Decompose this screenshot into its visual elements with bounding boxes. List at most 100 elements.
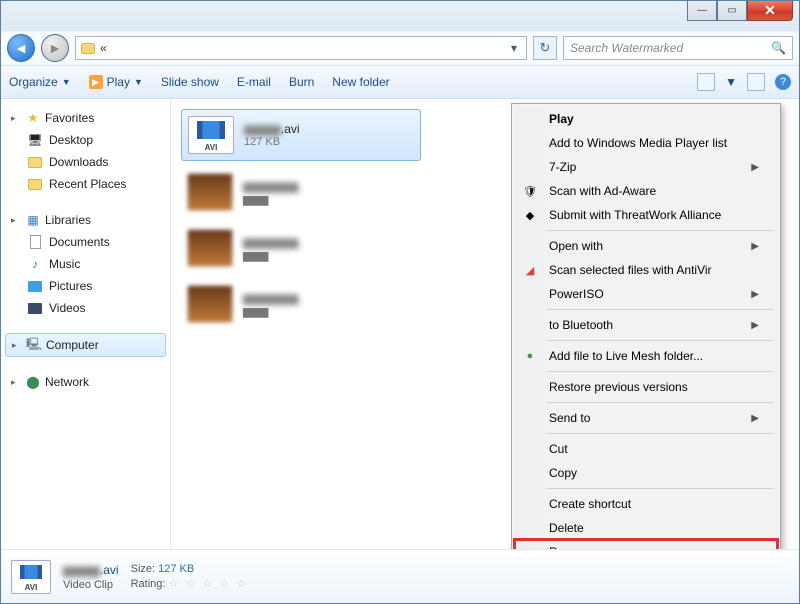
- context-separator: [547, 309, 773, 310]
- avi-file-icon: AVI: [11, 560, 51, 594]
- folder-icon: [80, 40, 96, 56]
- email-button[interactable]: E-mail: [237, 75, 271, 89]
- ctx-copy[interactable]: Copy: [515, 461, 777, 485]
- organize-button[interactable]: Organize▼: [9, 75, 71, 89]
- ctx-livemesh[interactable]: ●Add file to Live Mesh folder...: [515, 344, 777, 368]
- navigation-pane: ▸ ★ Favorites 🖥Desktop Downloads Recent …: [1, 99, 171, 549]
- nav-computer[interactable]: ▸ 🖳 Computer: [5, 333, 166, 357]
- minimize-button[interactable]: —: [687, 1, 717, 21]
- expand-icon[interactable]: ▸: [11, 377, 21, 388]
- context-separator: [547, 371, 773, 372]
- antivir-icon: ◢: [522, 262, 538, 278]
- nav-forward-button[interactable]: ►: [41, 34, 69, 62]
- chevron-down-icon[interactable]: ▼: [725, 75, 737, 89]
- file-item[interactable]: ▆▆▆▆▆▆▆▆▆: [181, 167, 421, 217]
- nav-favorites[interactable]: ▸ ★ Favorites: [5, 107, 166, 129]
- context-menu: Play Add to Windows Media Player list 7-…: [511, 103, 781, 549]
- nav-back-button[interactable]: ◄: [7, 34, 35, 62]
- ctx-poweriso[interactable]: PowerISO▶: [515, 282, 777, 306]
- help-button[interactable]: ?: [775, 74, 791, 90]
- submenu-arrow-icon: ▶: [751, 320, 759, 331]
- file-list[interactable]: AVI ▆▆▆▆.avi 127 KB ▆▆▆▆▆▆▆▆▆ ▆▆▆▆▆▆▆▆▆ …: [171, 99, 799, 549]
- adaware-icon: 🛡: [522, 183, 538, 199]
- context-separator: [547, 488, 773, 489]
- ctx-rename[interactable]: Rename: [515, 540, 777, 549]
- nav-recent[interactable]: Recent Places: [5, 173, 166, 195]
- file-item-selected[interactable]: AVI ▆▆▆▆.avi 127 KB: [181, 109, 421, 161]
- details-name-col: ▆▆▆▆.avi Video Clip: [63, 563, 119, 591]
- context-separator: [547, 340, 773, 341]
- close-button[interactable]: ✕: [747, 1, 793, 21]
- context-separator: [547, 402, 773, 403]
- search-box[interactable]: Search Watermarked 🔍: [563, 36, 793, 60]
- avi-file-icon: AVI: [188, 116, 234, 154]
- play-button[interactable]: ▶ Play▼: [89, 75, 143, 89]
- ctx-delete[interactable]: Delete: [515, 516, 777, 540]
- submenu-arrow-icon: ▶: [751, 289, 759, 300]
- address-bar[interactable]: « ▾: [75, 36, 527, 60]
- expand-icon[interactable]: ▸: [12, 340, 22, 351]
- rating-stars[interactable]: ☆ ☆ ☆ ☆ ☆: [169, 578, 249, 590]
- explorer-body: ▸ ★ Favorites 🖥Desktop Downloads Recent …: [1, 99, 799, 549]
- context-separator: [547, 433, 773, 434]
- nav-music[interactable]: ♪Music: [5, 253, 166, 275]
- expand-icon[interactable]: ▸: [11, 215, 21, 226]
- file-item[interactable]: ▆▆▆▆▆▆▆▆▆: [181, 223, 421, 273]
- network-icon: ⬤: [25, 374, 41, 390]
- search-icon[interactable]: 🔍: [771, 41, 786, 55]
- ctx-restore[interactable]: Restore previous versions: [515, 375, 777, 399]
- ctx-sendto[interactable]: Send to▶: [515, 406, 777, 430]
- ctx-antivir[interactable]: ◢Scan selected files with AntiVir: [515, 258, 777, 282]
- newfolder-button[interactable]: New folder: [332, 75, 389, 89]
- ctx-add-wmp[interactable]: Add to Windows Media Player list: [515, 131, 777, 155]
- star-icon: ★: [25, 110, 41, 126]
- nav-videos[interactable]: Videos: [5, 297, 166, 319]
- preview-pane-button[interactable]: [747, 73, 765, 91]
- nav-group-libraries: ▸ ▦ Libraries Documents ♪Music Pictures …: [5, 209, 166, 319]
- nav-downloads[interactable]: Downloads: [5, 151, 166, 173]
- ctx-bluetooth[interactable]: to Bluetooth▶: [515, 313, 777, 337]
- ctx-cut[interactable]: Cut: [515, 437, 777, 461]
- nav-libraries[interactable]: ▸ ▦ Libraries: [5, 209, 166, 231]
- ctx-threatwork[interactable]: ◆Submit with ThreatWork Alliance: [515, 203, 777, 227]
- burn-button[interactable]: Burn: [289, 75, 314, 89]
- view-options-button[interactable]: [697, 73, 715, 91]
- nav-network[interactable]: ▸ ⬤ Network: [5, 371, 166, 393]
- address-path: «: [100, 41, 107, 55]
- videos-icon: [27, 300, 43, 316]
- file-item[interactable]: ▆▆▆▆▆▆▆▆▆: [181, 279, 421, 329]
- address-dropdown-icon[interactable]: ▾: [506, 41, 522, 55]
- nav-group-network: ▸ ⬤ Network: [5, 371, 166, 393]
- toolbar-right: ▼ ?: [697, 73, 791, 91]
- livemesh-icon: ●: [522, 348, 538, 364]
- slideshow-button[interactable]: Slide show: [161, 75, 219, 89]
- ctx-play[interactable]: Play: [515, 107, 777, 131]
- explorer-window: — ▭ ✕ ◄ ► « ▾ ↻ Search Watermarked 🔍 Org…: [0, 0, 800, 604]
- play-icon: ▶: [89, 75, 103, 89]
- maximize-button[interactable]: ▭: [717, 1, 747, 21]
- folder-icon: [27, 176, 43, 192]
- music-icon: ♪: [27, 256, 43, 272]
- submenu-arrow-icon: ▶: [751, 162, 759, 173]
- ctx-openwith[interactable]: Open with▶: [515, 234, 777, 258]
- refresh-button[interactable]: ↻: [533, 36, 557, 60]
- ctx-shortcut[interactable]: Create shortcut: [515, 492, 777, 516]
- pictures-icon: [27, 278, 43, 294]
- ctx-7zip[interactable]: 7-Zip▶: [515, 155, 777, 179]
- expand-icon[interactable]: ▸: [11, 113, 21, 124]
- file-meta: ▆▆▆▆.avi 127 KB: [244, 122, 300, 148]
- ctx-adaware[interactable]: 🛡Scan with Ad-Aware: [515, 179, 777, 203]
- nav-documents[interactable]: Documents: [5, 231, 166, 253]
- nav-pictures[interactable]: Pictures: [5, 275, 166, 297]
- details-pane: AVI ▆▆▆▆.avi Video Clip Size: 127 KB Rat…: [1, 549, 799, 603]
- image-thumbnail: [187, 173, 233, 211]
- desktop-icon: 🖥: [27, 132, 43, 148]
- nav-desktop[interactable]: 🖥Desktop: [5, 129, 166, 151]
- details-size-col: Size: 127 KB Rating: ☆ ☆ ☆ ☆ ☆: [131, 563, 248, 590]
- chevron-down-icon: ▼: [134, 77, 143, 87]
- window-buttons: — ▭ ✕: [687, 1, 793, 21]
- toolbar: Organize▼ ▶ Play▼ Slide show E-mail Burn…: [1, 65, 799, 99]
- details-type: Video Clip: [63, 579, 119, 591]
- computer-icon: 🖳: [26, 337, 42, 353]
- libraries-icon: ▦: [25, 212, 41, 228]
